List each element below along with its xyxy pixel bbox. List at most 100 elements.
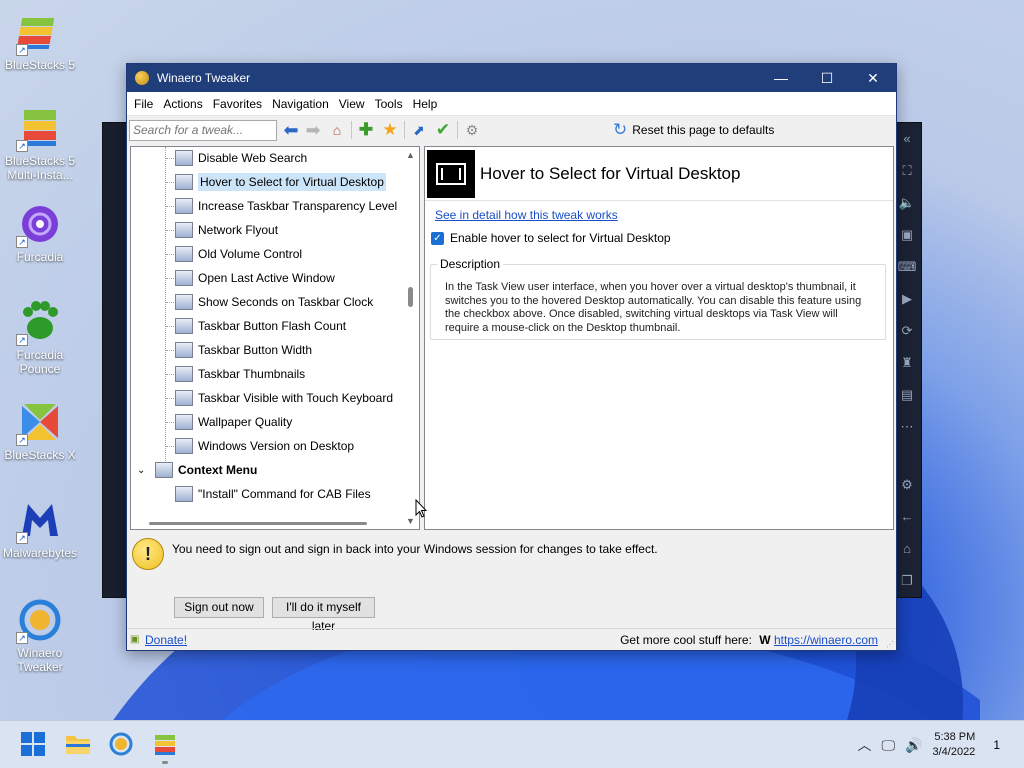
sign-out-now-button[interactable]: Sign out now bbox=[174, 597, 264, 618]
maximize-button[interactable]: ☐ bbox=[804, 64, 850, 92]
settings-icon[interactable]: ⚙ bbox=[893, 469, 921, 501]
tweak-tree[interactable]: Disable Web Search Hover to Select for Vi… bbox=[130, 146, 420, 530]
desk-icon-winaero-tweaker[interactable]: ↗ Winaero Tweaker bbox=[0, 596, 80, 674]
keyboard-icon[interactable]: ⌨ bbox=[893, 251, 921, 283]
active-app-indicator bbox=[162, 761, 168, 764]
network-icon[interactable]: 🖵 bbox=[882, 737, 896, 754]
tree-item[interactable]: Disable Web Search bbox=[175, 147, 307, 169]
winaero-tweaker-taskbar-icon[interactable] bbox=[108, 731, 136, 759]
notification-count[interactable]: 1 bbox=[993, 738, 1000, 752]
more-icon[interactable]: ⋯ bbox=[893, 411, 921, 443]
apply-check-icon[interactable]: ✔ bbox=[433, 120, 453, 140]
desk-icon-furcadia-pounce[interactable]: ↗ Furcadia Pounce bbox=[0, 298, 80, 376]
tree-item[interactable]: Network Flyout bbox=[175, 219, 278, 241]
favorites-star-icon[interactable]: ★ bbox=[380, 120, 400, 140]
home-icon[interactable]: ⌂ bbox=[327, 120, 347, 140]
scroll-up-icon[interactable]: ▲ bbox=[406, 150, 415, 160]
resize-grip-icon[interactable]: ⋰ bbox=[886, 640, 894, 649]
recent-apps-icon[interactable]: ❐ bbox=[893, 565, 921, 597]
enable-hover-checkbox[interactable]: ✓ Enable hover to select for Virtual Des… bbox=[431, 231, 671, 245]
bluestacks-taskbar-icon[interactable] bbox=[152, 731, 180, 764]
fullscreen-icon[interactable]: ⛶ bbox=[893, 155, 921, 187]
clock-date: 3/4/2022 bbox=[932, 746, 976, 758]
menu-navigation[interactable]: Navigation bbox=[267, 97, 334, 111]
tree-item-label: Show Seconds on Taskbar Clock bbox=[198, 295, 374, 309]
tree-item[interactable]: Taskbar Visible with Touch Keyboard bbox=[175, 387, 393, 409]
window-title: Winaero Tweaker bbox=[157, 71, 251, 85]
shortcut-arrow-icon: ↗ bbox=[16, 236, 28, 248]
taskbar-button-icon bbox=[175, 342, 193, 358]
desk-icon-bluestacks5-multi[interactable]: ↗ BlueStacks 5 Multi-Insta... bbox=[0, 104, 80, 182]
tree-item[interactable]: Show Seconds on Taskbar Clock bbox=[175, 291, 373, 313]
file-explorer-icon[interactable] bbox=[64, 731, 92, 759]
clock-icon bbox=[175, 294, 193, 310]
back-arrow-icon[interactable]: ⬅ bbox=[281, 120, 301, 140]
do-it-later-button[interactable]: I'll do it myself later bbox=[272, 597, 375, 633]
chevron-down-icon[interactable]: ⌄ bbox=[137, 465, 151, 476]
bluestacks5-icon: ↗ bbox=[16, 8, 64, 56]
scroll-thumb[interactable] bbox=[408, 287, 413, 307]
reset-page-button[interactable]: ↻ Reset this page to defaults bbox=[613, 120, 774, 140]
winaero-logo-icon: W bbox=[759, 632, 771, 647]
tree-item-label: Taskbar Button Width bbox=[198, 343, 313, 357]
menu-favorites[interactable]: Favorites bbox=[208, 97, 267, 111]
shortcut-icon[interactable]: ⬈ bbox=[409, 120, 429, 140]
rotate-icon[interactable]: ⟳ bbox=[893, 315, 921, 347]
flash-icon bbox=[175, 318, 193, 334]
home-icon[interactable]: ⌂ bbox=[893, 533, 921, 565]
settings-gear-icon[interactable]: ⚙ bbox=[462, 120, 482, 140]
tree-item[interactable]: Taskbar Button Flash Count bbox=[175, 315, 346, 337]
notice-text: You need to sign out and sign in back in… bbox=[172, 542, 658, 556]
tree-item[interactable]: Old Volume Control bbox=[175, 243, 302, 265]
checkbox-checked-icon[interactable]: ✓ bbox=[431, 231, 444, 245]
scroll-down-icon[interactable]: ▼ bbox=[406, 516, 415, 526]
forward-arrow-icon[interactable]: ➡ bbox=[303, 120, 323, 140]
record-icon[interactable]: ▶ bbox=[893, 283, 921, 315]
volume-icon[interactable]: 🔈 bbox=[893, 187, 921, 219]
title-bar[interactable]: Winaero Tweaker — ☐ ✕ bbox=[127, 64, 896, 92]
menu-file[interactable]: File bbox=[129, 97, 158, 111]
tree-branch-line bbox=[166, 206, 174, 207]
tree-item[interactable]: "Install" Command for CAB Files bbox=[175, 483, 371, 505]
tree-item[interactable]: Increase Taskbar Transparency Level bbox=[175, 195, 397, 217]
tree-item[interactable]: Open Last Active Window bbox=[175, 267, 335, 289]
tree-item[interactable]: Wallpaper Quality bbox=[175, 411, 292, 433]
menu-help[interactable]: Help bbox=[408, 97, 443, 111]
back-icon[interactable]: ← bbox=[893, 501, 921, 533]
apk-icon[interactable]: ▤ bbox=[893, 379, 921, 411]
speaker-icon[interactable]: 🔊 bbox=[905, 737, 922, 754]
context-menu-icon bbox=[155, 462, 173, 478]
search-input[interactable] bbox=[129, 119, 277, 141]
menu-tools[interactable]: Tools bbox=[370, 97, 408, 111]
menu-view[interactable]: View bbox=[334, 97, 370, 111]
tree-item[interactable]: Windows Version on Desktop bbox=[175, 435, 354, 457]
gamepad-icon[interactable]: ♜ bbox=[893, 347, 921, 379]
add-favorite-icon[interactable]: ✚ bbox=[356, 120, 376, 140]
tree-category-context-menu[interactable]: ⌄ Context Menu bbox=[137, 459, 257, 481]
desk-icon-malwarebytes[interactable]: ↗ Malwarebytes bbox=[0, 496, 80, 560]
cab-file-icon bbox=[175, 486, 193, 502]
tree-item[interactable]: Taskbar Thumbnails bbox=[175, 363, 305, 385]
minimize-button[interactable]: — bbox=[758, 64, 804, 92]
close-button[interactable]: ✕ bbox=[850, 64, 896, 92]
menu-actions[interactable]: Actions bbox=[158, 97, 207, 111]
winaero-url-link[interactable]: https://winaero.com bbox=[774, 633, 878, 647]
tree-vertical-scrollbar[interactable]: ▲ ▼ bbox=[402, 147, 419, 529]
tree-item[interactable]: Taskbar Button Width bbox=[175, 339, 312, 361]
desk-icon-bluestacks5[interactable]: ↗ BlueStacks 5 bbox=[0, 8, 80, 72]
window-icon bbox=[175, 270, 193, 286]
desk-icon-furcadia[interactable]: ↗ Furcadia bbox=[0, 200, 80, 264]
tree-branch-line bbox=[166, 302, 174, 303]
desk-icon-bluestacks-x[interactable]: ↗ BlueStacks X bbox=[0, 398, 80, 462]
donate-link[interactable]: Donate! bbox=[145, 633, 187, 647]
detail-link[interactable]: See in detail how this tweak works bbox=[435, 208, 618, 222]
screenshot-icon[interactable]: ▣ bbox=[893, 219, 921, 251]
collapse-icon[interactable]: « bbox=[893, 123, 921, 155]
tree-item-label: Increase Taskbar Transparency Level bbox=[198, 199, 398, 213]
chevron-up-icon[interactable]: ︿ bbox=[858, 735, 872, 755]
clock[interactable]: 5:38 PM 3/4/2022 bbox=[932, 730, 975, 760]
start-windows-icon[interactable] bbox=[20, 731, 48, 759]
detail-title: Hover to Select for Virtual Desktop bbox=[480, 163, 741, 183]
tree-horizontal-scrollbar[interactable] bbox=[149, 522, 367, 525]
tree-item[interactable]: Hover to Select for Virtual Desktop bbox=[175, 171, 386, 193]
